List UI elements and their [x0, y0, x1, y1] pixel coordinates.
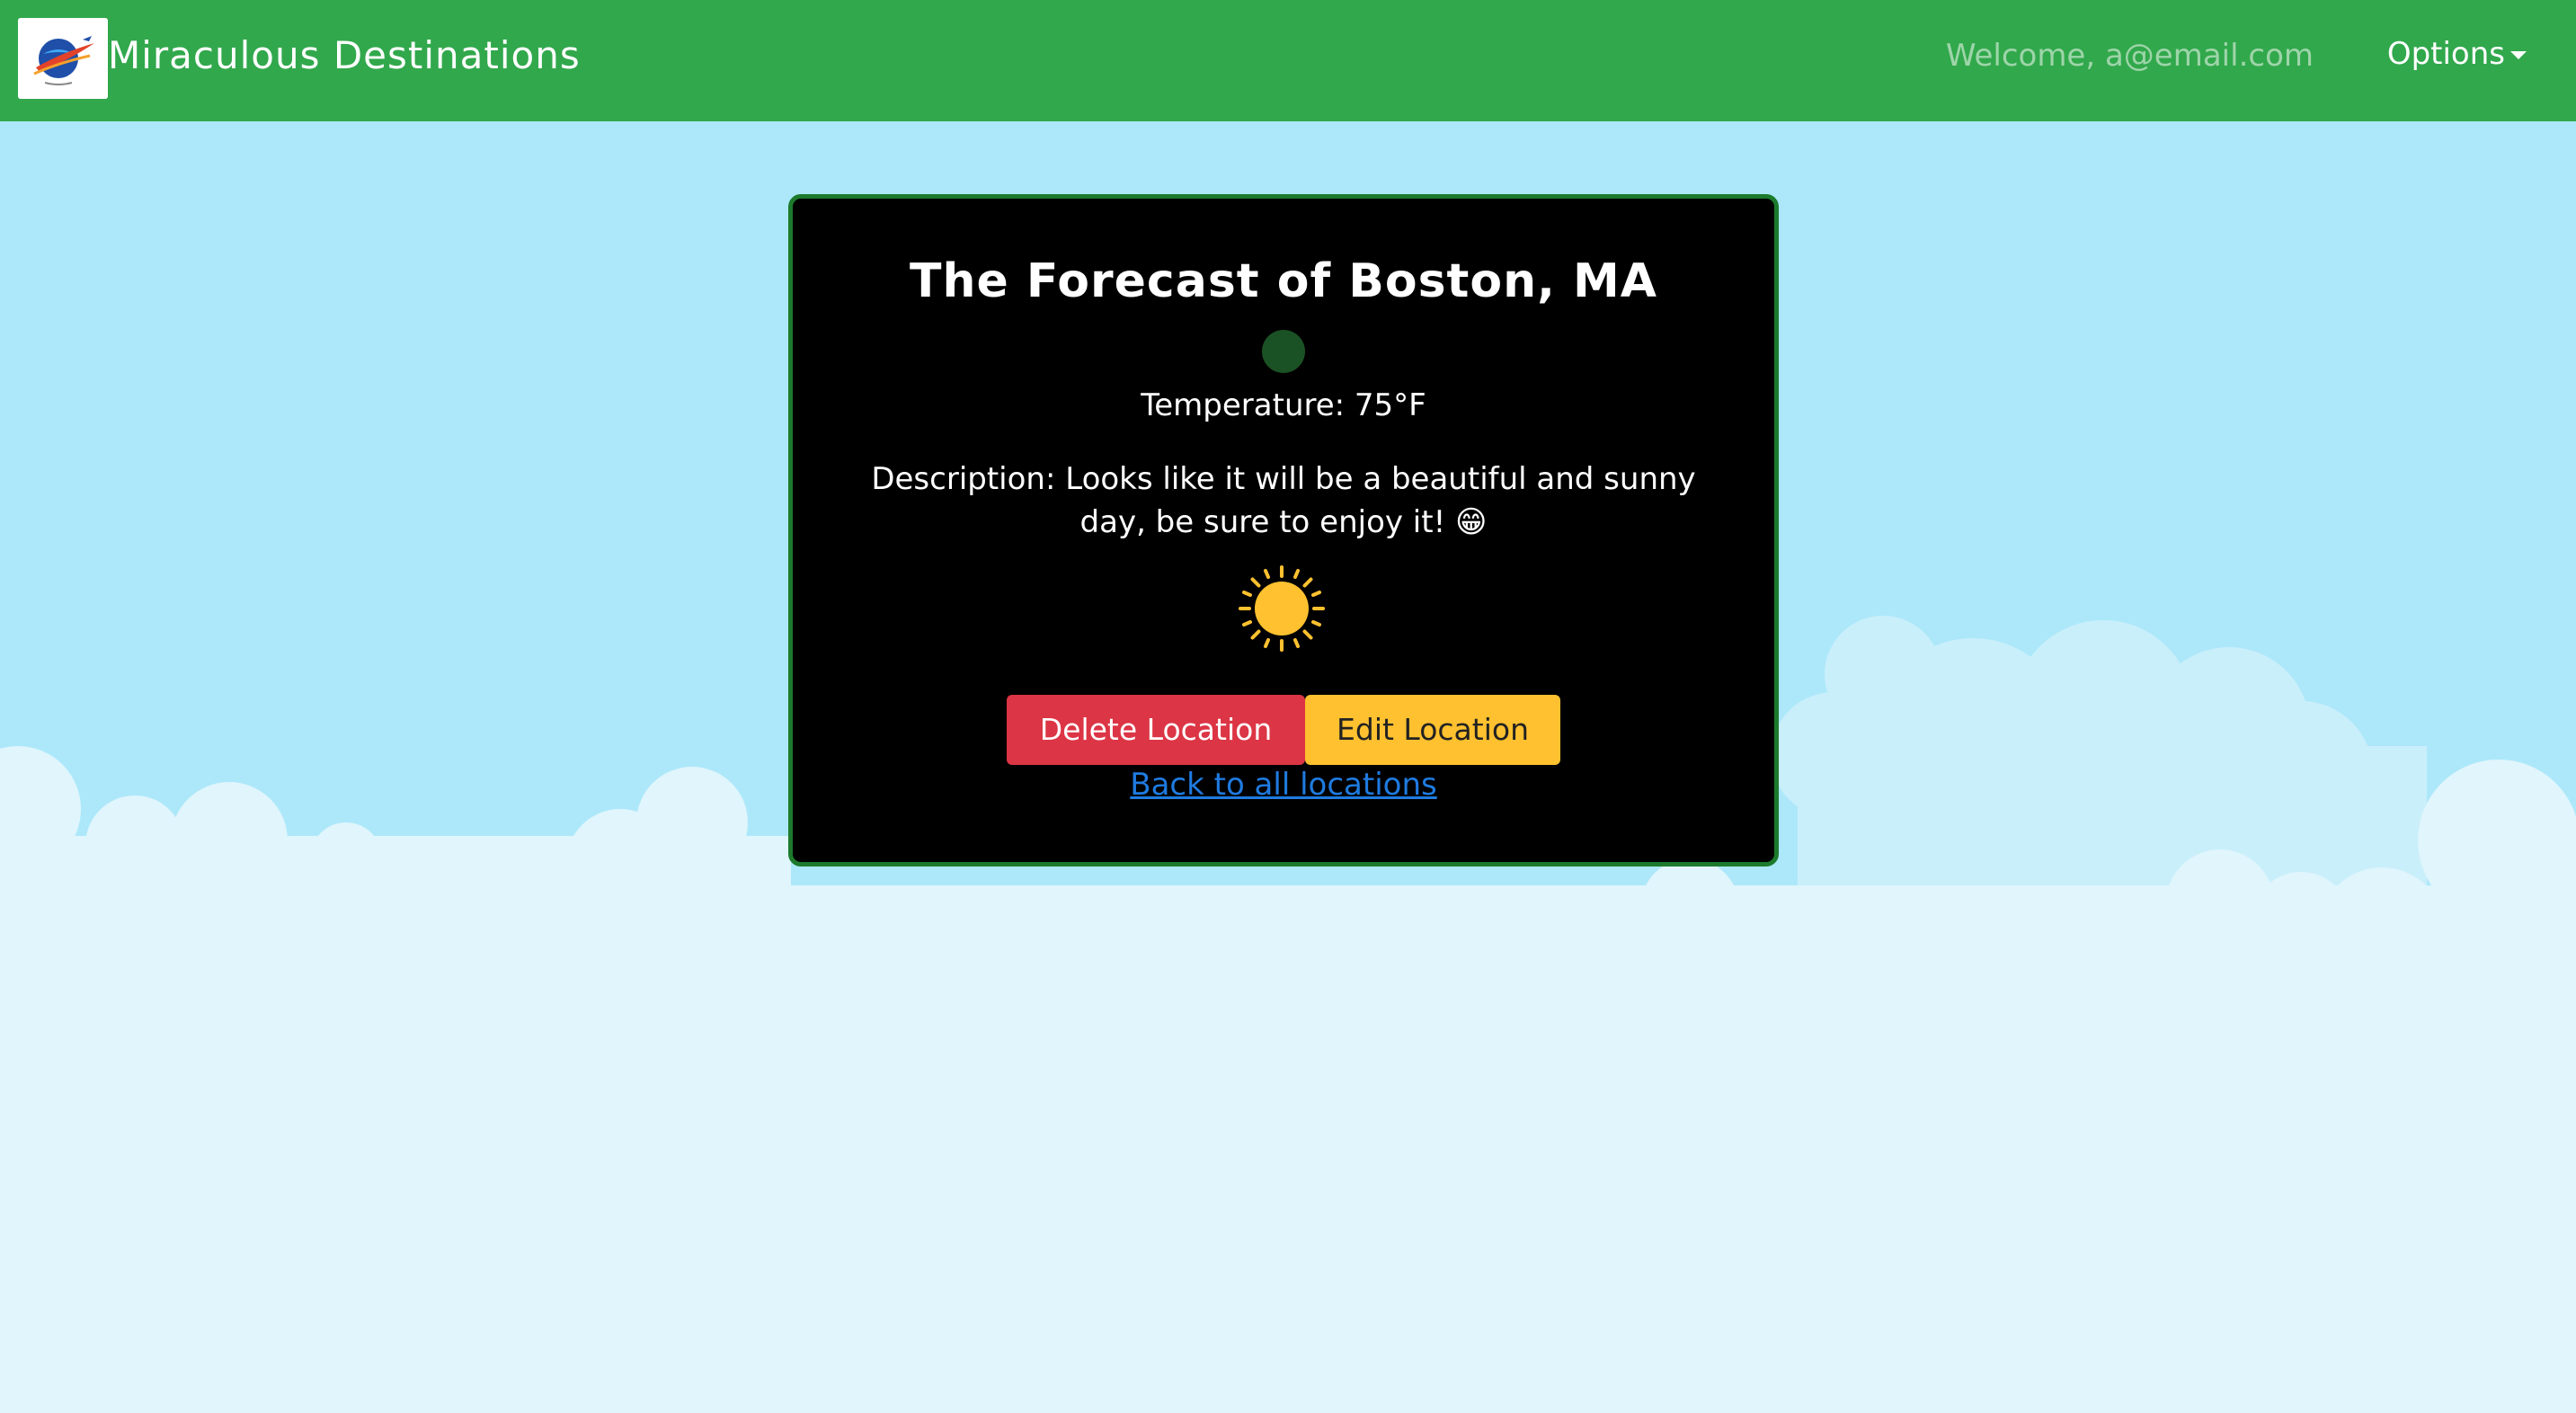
status-dot-icon — [1262, 330, 1305, 373]
top-navbar: Miraculous Destinations Welcome, a@email… — [0, 0, 2576, 121]
delete-location-button[interactable]: Delete Location — [1007, 695, 1305, 765]
sun-icon — [1239, 565, 1325, 652]
forecast-title: The Forecast of Boston, MA — [910, 254, 1657, 308]
globe-airplane-logo-icon — [18, 18, 108, 99]
edit-location-button[interactable]: Edit Location — [1305, 695, 1560, 765]
back-to-locations-link[interactable]: Back to all locations — [793, 767, 1774, 803]
brand-home-link[interactable]: Miraculous Destinations — [18, 18, 581, 99]
welcome-text: Welcome, a@email.com — [1945, 38, 2314, 74]
caret-down-icon — [2510, 50, 2527, 59]
brand-name: Miraculous Destinations — [108, 32, 581, 77]
options-label: Options — [2386, 36, 2505, 72]
temperature-text: Temperature: 75°F — [1141, 387, 1426, 423]
options-dropdown-toggle[interactable]: Options — [2387, 36, 2527, 72]
forecast-card: The Forecast of Boston, MA Temperature: … — [788, 194, 1779, 866]
description-text: Description: Looks like it will be a bea… — [871, 461, 1696, 540]
